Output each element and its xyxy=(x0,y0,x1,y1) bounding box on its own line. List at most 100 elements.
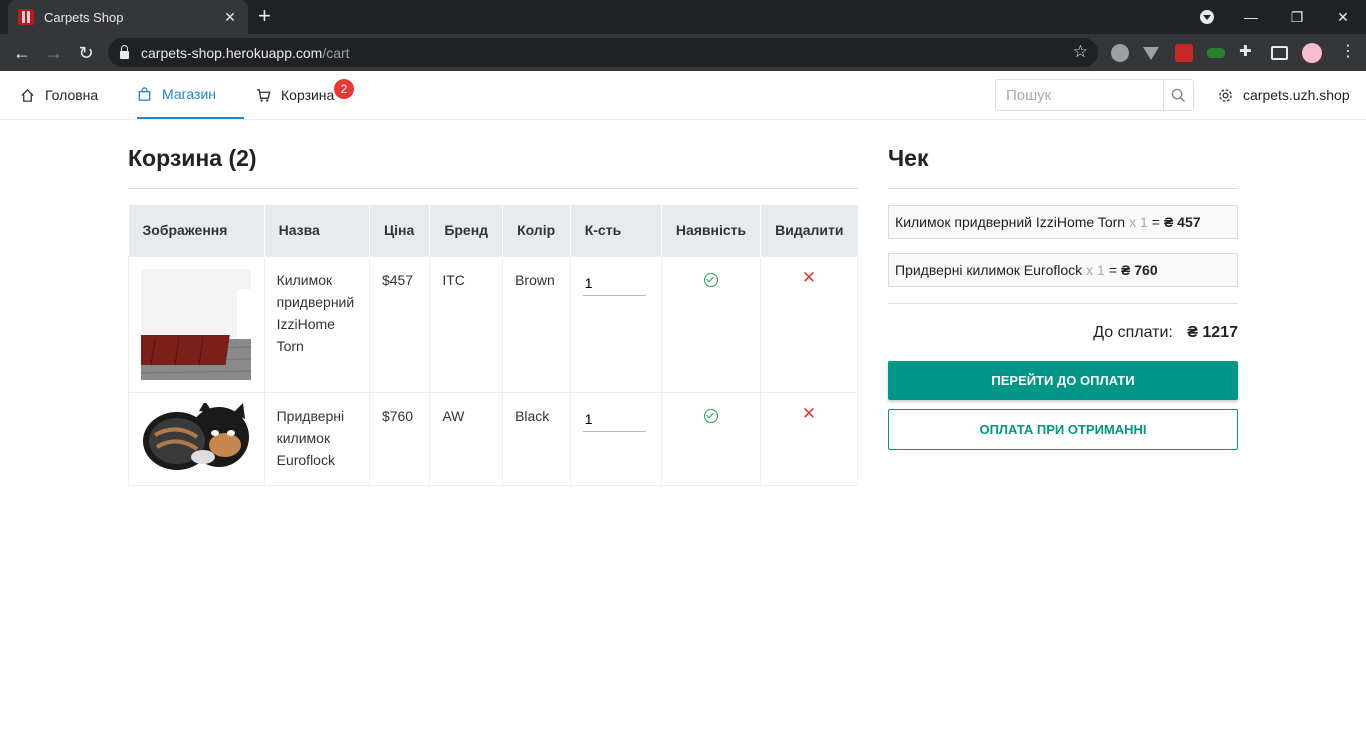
receipt-item-qty: x 1 xyxy=(1129,214,1148,230)
col-image: Зображення xyxy=(128,205,265,256)
cell-brand: AW xyxy=(429,391,504,486)
browser-tab[interactable]: Carpets Shop ✕ xyxy=(8,0,248,34)
divider xyxy=(888,188,1238,189)
col-availability: Наявність xyxy=(661,205,762,256)
reload-icon[interactable]: ↻ xyxy=(75,42,97,64)
receipt-equals: = xyxy=(1151,214,1160,230)
search-input[interactable] xyxy=(996,80,1163,110)
bookmark-star-icon[interactable]: ☆ xyxy=(1073,42,1088,62)
col-brand: Бренд xyxy=(429,205,504,256)
cell-image xyxy=(128,255,265,393)
shopping-bag-icon xyxy=(138,86,151,101)
total-row: До сплати: ₴ 1217 xyxy=(888,324,1238,342)
receipt-item-name: Килимок придверний IzziHome Torn xyxy=(895,214,1126,230)
total-value: ₴ 1217 xyxy=(1187,324,1238,341)
url-host: carpets-shop.herokuapp.com xyxy=(141,44,323,61)
nav-home[interactable]: Головна xyxy=(20,71,98,119)
receipt-line: Придверні килимок Euroflock x 1 = ₴ 760 xyxy=(888,253,1238,287)
nav-cart-label: Корзина xyxy=(281,87,335,103)
back-icon[interactable]: ← xyxy=(11,42,33,64)
receipt-item-name: Придверні килимок Euroflock xyxy=(895,262,1083,278)
avatar[interactable] xyxy=(1302,43,1322,63)
receipt-item-sum: ₴ 760 xyxy=(1121,262,1158,278)
cell-name: Придверні килимок Euroflock xyxy=(263,391,370,486)
site-navbar: Головна Магазин Корзина 2 carpets.uzh.sh… xyxy=(0,71,1366,120)
nav-shop[interactable]: Магазин xyxy=(137,71,244,119)
site-link-label: carpets.uzh.shop xyxy=(1243,87,1350,103)
cell-image xyxy=(128,391,265,486)
divider xyxy=(888,303,1238,304)
cell-qty xyxy=(569,255,662,393)
quantity-input[interactable] xyxy=(582,270,646,296)
home-icon xyxy=(21,88,34,102)
browser-tabstrip: Carpets Shop ✕ + — ❐ ✕ xyxy=(0,0,1366,34)
nav-shop-label: Магазин xyxy=(162,86,217,102)
cast-icon[interactable] xyxy=(1271,46,1288,60)
nav-home-label: Головна xyxy=(45,87,99,103)
cell-delete: ✕ xyxy=(760,255,858,393)
lock-icon xyxy=(120,44,129,59)
table-row: Килимок придверний IzziHome Torn $457 IT… xyxy=(128,255,858,393)
search-icon xyxy=(1171,88,1186,102)
product-image[interactable] xyxy=(141,402,251,473)
check-circle-icon xyxy=(703,408,718,423)
product-image[interactable] xyxy=(141,268,251,380)
close-window-icon[interactable]: ✕ xyxy=(1320,0,1366,34)
cell-brand: ITC xyxy=(429,255,504,393)
col-delete: Видалити xyxy=(760,205,858,256)
minimize-icon[interactable]: — xyxy=(1228,0,1274,34)
favicon-icon xyxy=(18,9,34,25)
col-price: Ціна xyxy=(369,205,431,256)
cell-price: $760 xyxy=(368,391,431,486)
nav-cart[interactable]: Корзина xyxy=(256,71,334,119)
receipt-line: Килимок придверний IzziHome Torn x 1 = ₴… xyxy=(888,205,1238,239)
cash-on-delivery-button[interactable]: ОПЛАТА ПРИ ОТРИМАННІ xyxy=(888,409,1238,450)
cell-delete: ✕ xyxy=(760,391,858,486)
extensions-puzzle-icon[interactable]: ✚ xyxy=(1239,42,1257,60)
cell-color: Black xyxy=(502,391,571,486)
receipt-item-qty: x 1 xyxy=(1086,262,1105,278)
cart-icon xyxy=(256,88,271,102)
receipt-item-sum: ₴ 457 xyxy=(1163,214,1201,230)
delete-icon[interactable]: ✕ xyxy=(773,404,845,423)
extension-icon[interactable] xyxy=(1111,44,1129,62)
cart-title: Корзина (2) xyxy=(128,145,257,171)
new-tab-icon[interactable]: + xyxy=(258,5,271,27)
divider xyxy=(128,188,858,189)
checkout-button[interactable]: ПЕРЕЙТИ ДО ОПЛАТИ xyxy=(888,361,1238,400)
col-name: Назва xyxy=(264,205,370,256)
extension-icon[interactable] xyxy=(1175,44,1193,62)
vue-devtools-icon[interactable] xyxy=(1143,47,1159,60)
menu-kebab-icon[interactable]: ⋮ xyxy=(1340,41,1358,60)
gear-icon xyxy=(1219,88,1232,102)
table-header-row: Зображення Назва Ціна Бренд Колір К-сть … xyxy=(128,205,858,256)
delete-icon[interactable]: ✕ xyxy=(773,268,845,287)
close-tab-icon[interactable]: ✕ xyxy=(222,9,238,26)
cart-table: Зображення Назва Ціна Бренд Колір К-сть … xyxy=(128,205,858,486)
cell-availability xyxy=(660,391,762,486)
restore-icon[interactable]: ❐ xyxy=(1274,0,1320,34)
cell-availability xyxy=(660,255,762,393)
search-button[interactable] xyxy=(1163,80,1193,110)
cell-name: Килимок придверний IzziHome Torn xyxy=(263,255,370,393)
receipt-equals: = xyxy=(1108,262,1118,278)
receipt-title: Чек xyxy=(888,145,929,171)
browser-toolbar: ← → ↻ carpets-shop.herokuapp.com/cart ☆ … xyxy=(0,34,1366,71)
cell-color: Brown xyxy=(502,255,571,393)
cell-qty xyxy=(569,391,662,486)
search-box xyxy=(995,79,1194,111)
col-qty: К-сть xyxy=(570,205,662,256)
address-bar[interactable]: carpets-shop.herokuapp.com/cart ☆ xyxy=(108,38,1098,67)
table-row: Придверні килимок Euroflock $760 AW Blac… xyxy=(128,391,858,486)
forward-icon[interactable]: → xyxy=(43,42,65,64)
extension-icon[interactable] xyxy=(1207,48,1225,58)
tab-title: Carpets Shop xyxy=(44,9,124,25)
total-label: До сплати: xyxy=(1093,324,1173,341)
site-link[interactable]: carpets.uzh.shop xyxy=(1218,71,1350,119)
check-circle-icon xyxy=(703,272,718,287)
col-color: Колір xyxy=(502,205,571,256)
tab-search-icon[interactable] xyxy=(1200,10,1214,24)
quantity-input[interactable] xyxy=(582,406,646,432)
cart-count-badge: 2 xyxy=(334,79,354,99)
url-path: /cart xyxy=(322,44,350,61)
